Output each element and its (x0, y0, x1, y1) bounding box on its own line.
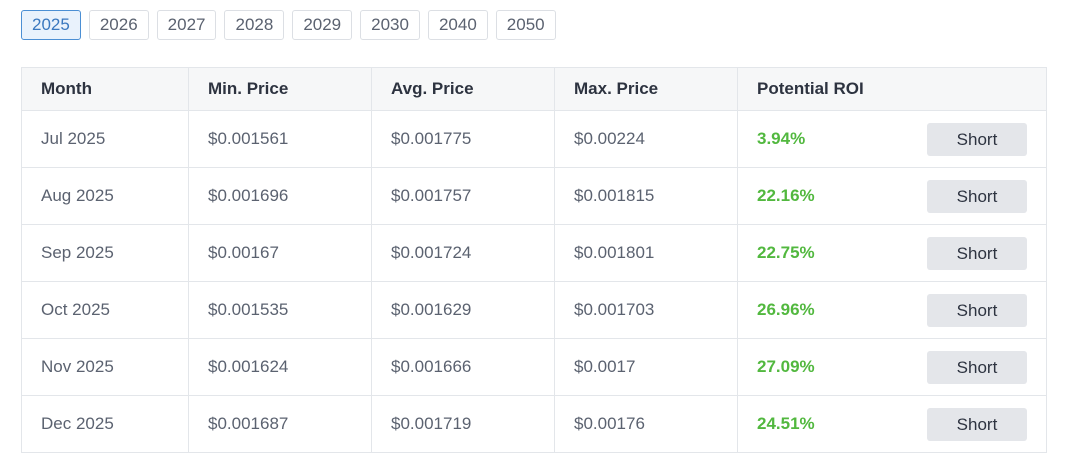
cell-roi: 24.51% Short (737, 395, 1047, 453)
short-button[interactable]: Short (927, 408, 1027, 441)
cell-min-price: $0.001535 (188, 281, 372, 339)
tab-2040[interactable]: 2040 (427, 10, 488, 40)
cell-roi: 22.75% Short (737, 224, 1047, 282)
cell-avg-price: $0.001724 (371, 224, 555, 282)
short-button[interactable]: Short (927, 294, 1027, 327)
roi-value: 26.96% (757, 300, 815, 319)
cell-avg-price: $0.001757 (371, 167, 555, 225)
roi-value: 24.51% (757, 414, 815, 433)
cell-month: Nov 2025 (21, 338, 189, 396)
short-button[interactable]: Short (927, 180, 1027, 213)
tab-2030[interactable]: 2030 (360, 10, 420, 40)
cell-max-price: $0.0017 (554, 338, 738, 396)
cell-min-price: $0.001696 (188, 167, 372, 225)
roi-value: 22.75% (757, 243, 815, 262)
tab-2028[interactable]: 2028 (224, 10, 285, 40)
price-prediction-table-container: Month Min. Price Avg. Price Max. Price P… (21, 67, 1047, 453)
cell-min-price: $0.001561 (188, 110, 372, 168)
table-header-row: Month Min. Price Avg. Price Max. Price P… (21, 67, 1047, 111)
cell-month: Aug 2025 (21, 167, 189, 225)
table-row: Dec 2025 $0.001687 $0.001719 $0.00176 24… (21, 395, 1047, 453)
table-row: Jul 2025 $0.001561 $0.001775 $0.00224 3.… (21, 110, 1047, 168)
cell-min-price: $0.001624 (188, 338, 372, 396)
cell-max-price: $0.00176 (554, 395, 738, 453)
cell-roi: 3.94% Short (737, 110, 1047, 168)
roi-value: 3.94% (757, 129, 806, 148)
table-row: Sep 2025 $0.00167 $0.001724 $0.001801 22… (21, 224, 1047, 282)
header-month: Month (21, 67, 189, 111)
short-button[interactable]: Short (927, 237, 1027, 270)
cell-avg-price: $0.001775 (371, 110, 555, 168)
tab-2027[interactable]: 2027 (156, 10, 217, 40)
cell-roi: 22.16% Short (737, 167, 1047, 225)
cell-max-price: $0.001703 (554, 281, 738, 339)
cell-avg-price: $0.001666 (371, 338, 555, 396)
cell-month: Sep 2025 (21, 224, 189, 282)
roi-value: 27.09% (757, 357, 815, 376)
table-row: Oct 2025 $0.001535 $0.001629 $0.001703 2… (21, 281, 1047, 339)
tab-2029[interactable]: 2029 (292, 10, 353, 40)
short-button[interactable]: Short (927, 351, 1027, 384)
cell-max-price: $0.001801 (554, 224, 738, 282)
tab-2050[interactable]: 2050 (495, 10, 556, 40)
cell-max-price: $0.00224 (554, 110, 738, 168)
cell-month: Jul 2025 (21, 110, 189, 168)
table-row: Nov 2025 $0.001624 $0.001666 $0.0017 27.… (21, 338, 1047, 396)
roi-value: 22.16% (757, 186, 815, 205)
tab-2026[interactable]: 2026 (88, 10, 149, 40)
header-max-price: Max. Price (554, 67, 738, 111)
short-button[interactable]: Short (927, 123, 1027, 156)
header-min-price: Min. Price (188, 67, 372, 111)
cell-roi: 26.96% Short (737, 281, 1047, 339)
cell-avg-price: $0.001719 (371, 395, 555, 453)
price-prediction-table: Month Min. Price Avg. Price Max. Price P… (21, 67, 1047, 453)
table-row: Aug 2025 $0.001696 $0.001757 $0.001815 2… (21, 167, 1047, 225)
cell-max-price: $0.001815 (554, 167, 738, 225)
cell-min-price: $0.001687 (188, 395, 372, 453)
year-tabs: 2025 2026 2027 2028 2029 2030 2040 2050 (21, 10, 556, 40)
cell-month: Oct 2025 (21, 281, 189, 339)
cell-month: Dec 2025 (21, 395, 189, 453)
header-avg-price: Avg. Price (371, 67, 555, 111)
header-potential-roi: Potential ROI (737, 67, 1047, 111)
cell-min-price: $0.00167 (188, 224, 372, 282)
cell-roi: 27.09% Short (737, 338, 1047, 396)
cell-avg-price: $0.001629 (371, 281, 555, 339)
tab-2025[interactable]: 2025 (21, 10, 81, 40)
